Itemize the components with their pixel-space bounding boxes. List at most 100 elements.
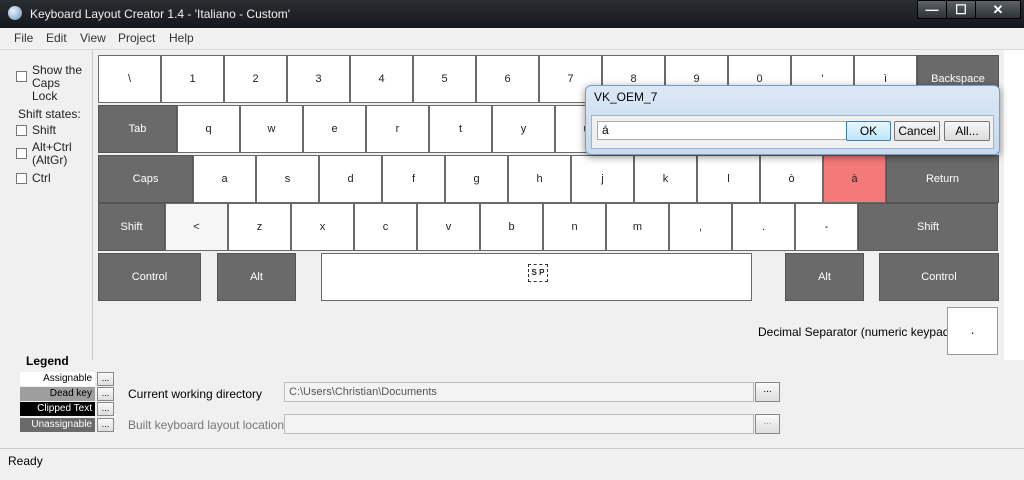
key-r3-0[interactable]: Shift <box>98 203 165 251</box>
cwd-label: Current working directory <box>128 387 263 401</box>
menu-file[interactable]: File <box>14 31 33 45</box>
key-r1-3[interactable]: e <box>303 105 366 153</box>
key-r3-7[interactable]: n <box>543 203 606 251</box>
decimal-separator-key[interactable]: . <box>947 307 998 355</box>
key-r3-3[interactable]: x <box>291 203 354 251</box>
key-r0-0[interactable]: \ <box>98 55 161 103</box>
key-r1-2[interactable]: w <box>240 105 303 153</box>
ok-button[interactable]: OK <box>846 121 891 141</box>
key-r2-4[interactable]: f <box>382 155 445 203</box>
show-caps-lock-checkbox[interactable] <box>16 71 27 82</box>
key-label: 7 <box>567 73 574 85</box>
key-label: , <box>698 221 703 233</box>
cancel-button[interactable]: Cancel <box>894 121 940 141</box>
build-browse-button[interactable]: ... <box>755 414 780 434</box>
menu-edit[interactable]: Edit <box>46 31 67 45</box>
key-label: r <box>395 123 400 135</box>
ctrl-label: Ctrl <box>32 171 51 185</box>
key-r3-12[interactable]: Shift <box>858 203 998 251</box>
key-r2-1[interactable]: a <box>193 155 256 203</box>
menu-project[interactable]: Project <box>118 31 155 45</box>
key-label: b <box>508 221 515 233</box>
key-r2-6[interactable]: h <box>508 155 571 203</box>
key-r0-3[interactable]: 3 <box>287 55 350 103</box>
key-r3-11[interactable]: - <box>795 203 858 251</box>
menu-view[interactable]: View <box>80 31 106 45</box>
all-button[interactable]: All... <box>944 121 990 141</box>
key-r3-4[interactable]: c <box>354 203 417 251</box>
key-label: n <box>571 221 578 233</box>
key-label: 0 <box>756 73 763 85</box>
key-r0-2[interactable]: 2 <box>224 55 287 103</box>
dialog-title: VK_OEM_7 <box>594 90 658 104</box>
key-label: h <box>536 173 543 185</box>
altctrl-checkbox[interactable] <box>16 148 27 159</box>
key-r1-4[interactable]: r <box>366 105 429 153</box>
close-button[interactable]: ✕ <box>975 0 1021 19</box>
key-alt-right[interactable]: Alt <box>785 253 864 301</box>
ctrl-checkbox[interactable] <box>16 173 27 184</box>
key-label: Shift <box>120 221 143 233</box>
key-label: x <box>319 221 326 233</box>
cwd-browse-button[interactable]: ... <box>755 382 780 402</box>
legend-color-button[interactable]: ... <box>97 402 114 416</box>
key-control-right[interactable]: Control <box>879 253 999 301</box>
key-label: 9 <box>693 73 700 85</box>
key-r1-5[interactable]: t <box>429 105 492 153</box>
key-edit-dialog: VK_OEM_7 á OK Cancel All... <box>585 85 1000 155</box>
key-label: < <box>193 221 200 233</box>
key-label: - <box>824 221 829 233</box>
menu-help[interactable]: Help <box>169 31 194 45</box>
bottom-panel <box>0 360 1024 448</box>
key-r3-1[interactable]: < <box>165 203 228 251</box>
key-r2-2[interactable]: s <box>256 155 319 203</box>
key-control-left[interactable]: Control <box>98 253 201 301</box>
key-alt-left[interactable]: Alt <box>217 253 296 301</box>
key-r2-9[interactable]: l <box>697 155 760 203</box>
legend-swatch: Unassignable <box>20 418 95 432</box>
key-label: v <box>445 221 452 233</box>
key-label: 6 <box>504 73 511 85</box>
build-location-field[interactable] <box>284 414 754 434</box>
key-r3-10[interactable]: . <box>732 203 795 251</box>
key-label: ì <box>883 73 888 85</box>
key-r0-4[interactable]: 4 <box>350 55 413 103</box>
legend-color-button[interactable]: ... <box>97 418 114 432</box>
status-bar: Ready <box>0 448 1024 480</box>
key-r1-1[interactable]: q <box>177 105 240 153</box>
cwd-field[interactable]: C:\Users\Christian\Documents <box>284 382 754 402</box>
key-r2-7[interactable]: j <box>571 155 634 203</box>
key-r2-3[interactable]: d <box>319 155 382 203</box>
key-r0-1[interactable]: 1 <box>161 55 224 103</box>
key-r3-6[interactable]: b <box>480 203 543 251</box>
minimize-button[interactable]: — <box>917 0 947 19</box>
key-r2-8[interactable]: k <box>634 155 697 203</box>
key-label: ò <box>788 173 795 185</box>
key-r2-5[interactable]: g <box>445 155 508 203</box>
key-label: q <box>205 123 212 135</box>
key-r2-11[interactable]: à <box>823 155 886 203</box>
key-r2-10[interactable]: ò <box>760 155 823 203</box>
key-r2-0[interactable]: Caps <box>98 155 193 203</box>
key-value-input[interactable]: á <box>597 121 847 140</box>
key-label: 4 <box>378 73 385 85</box>
legend-color-button[interactable]: ... <box>97 372 114 386</box>
key-label: c <box>382 221 389 233</box>
app-icon <box>8 6 22 20</box>
key-label: y <box>520 123 527 135</box>
shift-checkbox[interactable] <box>16 125 27 136</box>
key-r1-0[interactable]: Tab <box>98 105 177 153</box>
maximize-button[interactable]: ☐ <box>946 0 976 19</box>
key-r3-8[interactable]: m <box>606 203 669 251</box>
key-r0-5[interactable]: 5 <box>413 55 476 103</box>
altctrl-label: Alt+Ctrl (AltGr) <box>32 140 72 167</box>
key-space[interactable]: S P <box>321 253 752 301</box>
key-r1-6[interactable]: y <box>492 105 555 153</box>
key-r3-2[interactable]: z <box>228 203 291 251</box>
key-r0-6[interactable]: 6 <box>476 55 539 103</box>
key-label: Tab <box>128 123 147 135</box>
key-r2-12[interactable]: Return <box>886 155 999 203</box>
key-r3-9[interactable]: , <box>669 203 732 251</box>
legend-color-button[interactable]: ... <box>97 387 114 401</box>
key-r3-5[interactable]: v <box>417 203 480 251</box>
